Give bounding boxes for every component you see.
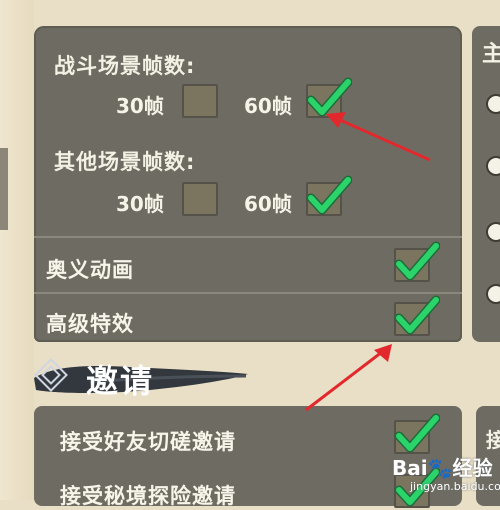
watermark-brand: Bai🐾经验 [392, 456, 493, 480]
watermark-url: jingyan.baidu.com [410, 480, 500, 493]
arrow-to-advanced-effects [305, 344, 392, 412]
arrow-to-battle-60fps [326, 112, 431, 162]
annotation-arrows [305, 112, 431, 412]
